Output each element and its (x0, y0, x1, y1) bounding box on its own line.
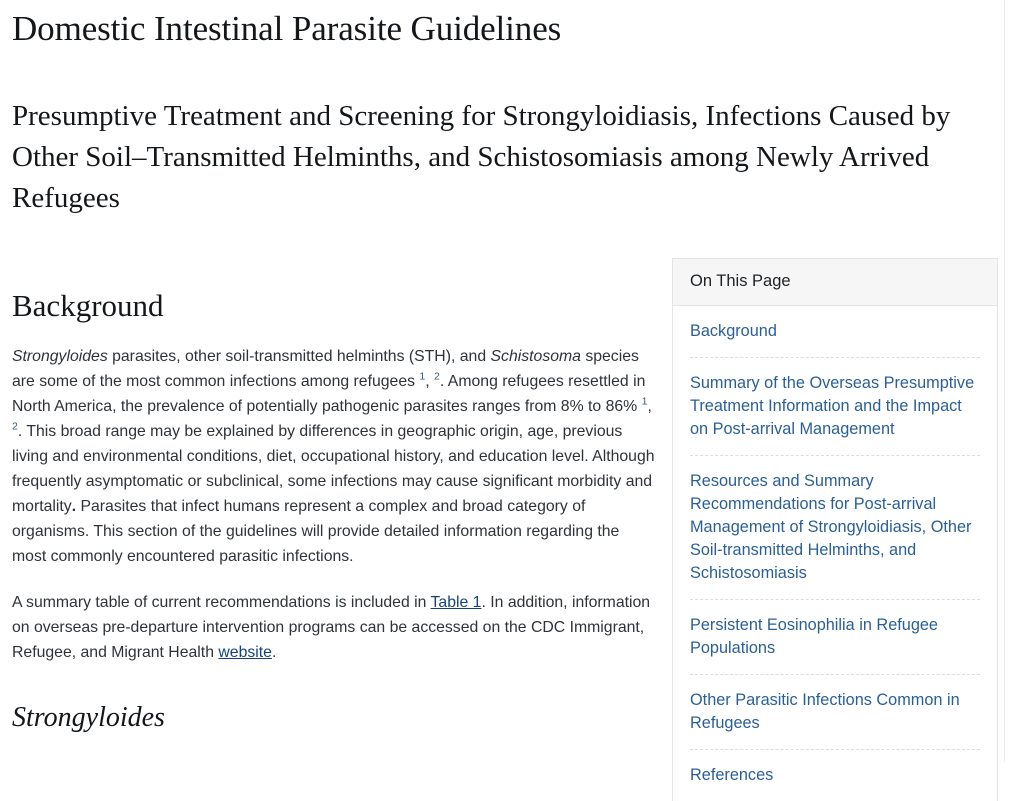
taxon-strongyloides: Strongyloides (12, 348, 108, 366)
list-item: References (690, 750, 980, 801)
list-item: Background (690, 306, 980, 358)
page-title: Domestic Intestinal Parasite Guidelines (12, 9, 562, 48)
para1-seg5: , (425, 373, 435, 391)
otp-link-summary-overseas[interactable]: Summary of the Overseas Presumptive Trea… (690, 358, 980, 455)
title-block: Domestic Intestinal Parasite Guidelines … (12, 0, 992, 219)
list-item: Persistent Eosinophilia in Refugee Popul… (690, 600, 980, 675)
page-subtitle: Presumptive Treatment and Screening for … (12, 100, 951, 215)
list-item: Resources and Summary Recommendations fo… (690, 456, 980, 600)
background-paragraph-2: A summary table of current recommendatio… (12, 569, 657, 665)
content-columns: Background Strongyloides parasites, othe… (0, 250, 1017, 801)
para2-seg1: A summary table of current recommendatio… (12, 594, 431, 612)
on-this-page-list: Background Summary of the Overseas Presu… (673, 306, 997, 801)
otp-link-persistent-eosinophilia[interactable]: Persistent Eosinophilia in Refugee Popul… (690, 600, 980, 674)
section-heading-background: Background (12, 288, 164, 323)
otp-link-references[interactable]: References (690, 750, 980, 801)
otp-link-other-parasitic-infections[interactable]: Other Parasitic Infections Common in Ref… (690, 675, 980, 749)
otp-link-background[interactable]: Background (690, 306, 980, 357)
para1-seg2: parasites, other soil-transmitted helmin… (107, 348, 491, 366)
para2-seg3: . (271, 644, 277, 662)
table-1-link[interactable]: Table 1 (431, 594, 482, 611)
website-link[interactable]: website (218, 644, 272, 661)
para1-seg9: Parasites that infect humans represent a… (12, 498, 620, 566)
list-item: Summary of the Overseas Presumptive Trea… (690, 358, 980, 456)
on-this-page-header: On This Page (673, 259, 997, 306)
taxon-schistosoma: Schistosoma (490, 348, 581, 366)
para1-seg7: , (647, 398, 652, 416)
list-item: Other Parasitic Infections Common in Ref… (690, 675, 980, 750)
background-paragraph-1: Strongyloides parasites, other soil-tran… (12, 323, 657, 569)
otp-link-resources-recommendations[interactable]: Resources and Summary Recommendations fo… (690, 456, 980, 599)
page-root: Domestic Intestinal Parasite Guidelines … (0, 0, 1017, 801)
section-heading-strongyloides: Strongyloides (12, 702, 165, 734)
main-content-column: Background Strongyloides parasites, othe… (12, 250, 657, 734)
on-this-page-panel: On This Page Background Summary of the O… (672, 258, 998, 801)
